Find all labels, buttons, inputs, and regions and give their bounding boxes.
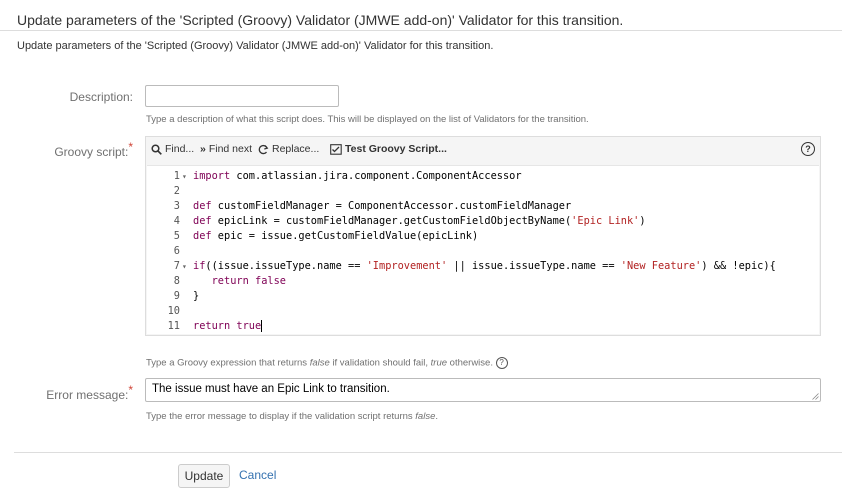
code-keyword: def — [193, 230, 212, 242]
required-mark: * — [128, 383, 133, 397]
code-line[interactable]: 5 def epic = issue.getCustomFieldValue(ep… — [147, 229, 819, 244]
help-icon[interactable]: ? — [495, 357, 508, 369]
line-number: 8 — [173, 275, 180, 287]
replace-icon — [258, 144, 269, 154]
page-title: Update parameters of the 'Scripted (Groo… — [17, 12, 624, 28]
error-help-after: . — [435, 411, 439, 422]
test-checklist-icon — [330, 143, 342, 155]
code-text: } — [193, 289, 199, 304]
error-help-before: Type the error message to display if the… — [146, 411, 416, 422]
line-number: 3 — [173, 200, 180, 212]
test-groovy-script-label: Test Groovy Script... — [345, 143, 447, 155]
search-icon — [151, 143, 162, 155]
code-line[interactable]: 7 ▾ if((issue.issueType.name == 'Improveme… — [147, 259, 819, 274]
update-button[interactable]: Update — [178, 464, 230, 488]
resize-handle-icon[interactable] — [812, 393, 819, 400]
error-message-value: The issue must have an Epic Link to tran… — [152, 383, 390, 395]
code-token: epic = issue.getCustomFieldValue(epicLin… — [211, 230, 479, 242]
line-number: 5 — [173, 230, 180, 242]
find-next-label: Find next — [208, 143, 253, 155]
line-number: 2 — [173, 185, 180, 197]
line-number: 9 — [173, 290, 180, 302]
double-chevron-right-icon: » — [200, 143, 206, 155]
code-keyword: import — [193, 170, 231, 182]
groovy-script-editor[interactable]: Find... » Find next Replace... Test Groo… — [145, 136, 821, 336]
code-line[interactable]: 11 return true — [147, 319, 819, 334]
code-token: } — [193, 290, 200, 302]
description-help: Type a description of what this script d… — [146, 114, 589, 125]
find-next-button[interactable]: » Find next — [200, 143, 252, 155]
intro-text: Update parameters of the 'Scripted (Groo… — [17, 40, 494, 52]
find-button[interactable]: Find... — [151, 143, 194, 155]
code-area[interactable]: 1 ▾ import com.atlassian.jira.component.Co… — [147, 165, 819, 334]
groovy-help-false: false — [309, 357, 330, 369]
required-mark: * — [128, 140, 133, 154]
code-token: com.atlassian.jira.component.ComponentAc… — [230, 170, 522, 182]
code-token: ) — [639, 215, 646, 227]
code-keyword: if — [193, 260, 206, 272]
error-message-label: Error message:* — [46, 383, 133, 402]
groovy-help-mid: if validation should fail, — [329, 357, 431, 369]
code-token: ) && !epic){ — [701, 260, 776, 272]
code-text: import com.atlassian.jira.component.Comp… — [193, 169, 522, 184]
code-line[interactable]: 8 return false — [147, 274, 819, 289]
replace-label: Replace... — [272, 143, 320, 155]
groovy-help-before: Type a Groovy expression that returns — [146, 357, 310, 369]
code-line[interactable]: 3 def customFieldManager = ComponentAcces… — [147, 199, 819, 214]
groovy-script-label: Groovy script:* — [54, 140, 133, 159]
code-keyword: return — [193, 320, 231, 332]
code-text: return false — [193, 274, 286, 289]
cancel-link[interactable]: Cancel — [239, 468, 276, 482]
find-label: Find... — [165, 143, 195, 155]
error-message-textarea[interactable]: The issue must have an Epic Link to tran… — [145, 378, 821, 402]
groovy-help-true: true — [430, 357, 448, 369]
code-text: if((issue.issueType.name == 'Improvement… — [193, 259, 776, 274]
code-token: epicLink = customFieldManager.getCustomF… — [211, 215, 572, 227]
code-string: 'New Feature' — [620, 260, 702, 272]
divider — [14, 452, 842, 453]
code-text: def epicLink = customFieldManager.getCus… — [193, 214, 646, 229]
test-groovy-script-button[interactable]: Test Groovy Script... — [330, 143, 447, 155]
fold-arrow-icon[interactable]: ▾ — [182, 259, 187, 274]
code-string: 'Improvement' — [366, 260, 448, 272]
code-keyword: return — [193, 275, 249, 287]
code-keyword: def — [193, 215, 212, 227]
divider — [0, 30, 842, 31]
code-line[interactable]: 2 — [147, 184, 819, 199]
line-number: 6 — [173, 245, 180, 257]
text-cursor — [261, 320, 263, 332]
code-token: || issue.issueType.name == — [447, 260, 621, 272]
line-number: 7 — [173, 260, 180, 272]
code-text: def epic = issue.getCustomFieldValue(epi… — [193, 229, 478, 244]
error-help-false: false — [415, 411, 436, 422]
line-number: 11 — [167, 320, 180, 332]
groovy-script-help: Type a Groovy expression that returns fa… — [146, 357, 508, 369]
code-token: customFieldManager = ComponentAccessor.c… — [211, 200, 572, 212]
line-number: 1 — [173, 170, 180, 182]
code-keyword: false — [248, 275, 286, 287]
code-keyword: true — [230, 320, 262, 332]
help-icon[interactable]: ? — [801, 142, 815, 156]
error-message-label-text: Error message: — [46, 388, 129, 402]
code-line[interactable]: 9} — [147, 289, 819, 304]
fold-arrow-icon[interactable]: ▾ — [182, 169, 187, 184]
groovy-help-after: otherwise. — [447, 357, 493, 369]
code-text: def customFieldManager = ComponentAccess… — [193, 199, 571, 214]
line-number: 10 — [167, 305, 180, 317]
line-number: 4 — [173, 215, 180, 227]
editor-toolbar: Find... » Find next Replace... Test Groo… — [146, 137, 820, 165]
code-keyword: def — [193, 200, 212, 212]
code-string: 'Epic Link' — [571, 215, 640, 227]
description-input[interactable] — [145, 85, 339, 107]
code-text: return true — [193, 319, 263, 334]
error-message-help: Type the error message to display if the… — [146, 411, 438, 422]
replace-button[interactable]: Replace... — [258, 143, 319, 155]
code-line[interactable]: 1 ▾ import com.atlassian.jira.component.Co… — [147, 169, 819, 184]
description-label: Description: — [69, 90, 133, 104]
code-token: ((issue.issueType.name == — [205, 260, 367, 272]
code-line[interactable]: 4 def epicLink = customFieldManager.getCu… — [147, 214, 819, 229]
code-line[interactable]: 6 — [147, 244, 819, 259]
groovy-script-label-text: Groovy script: — [54, 145, 129, 159]
code-line[interactable]: 10 — [147, 304, 819, 319]
